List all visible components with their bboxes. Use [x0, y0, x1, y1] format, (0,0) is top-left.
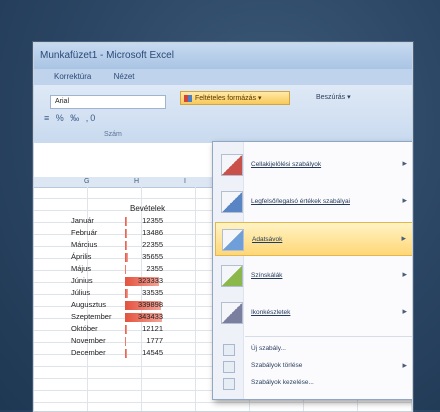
data-bar [125, 241, 127, 250]
number-format-tools[interactable]: ≡ % ‰ ,0 [44, 113, 97, 123]
column-header-i[interactable]: I [184, 178, 186, 185]
menu-item-icon-sets[interactable]: Ikonkészletek ▸ [215, 296, 412, 330]
data-bar [125, 289, 128, 298]
menu-item-label: Adatsávok [252, 236, 283, 243]
month-cell[interactable]: Február [71, 228, 125, 237]
submenu-arrow-icon: ▸ [402, 158, 407, 168]
number-group-label: Szám [104, 131, 122, 138]
menu-item-label: Cellakijelölési szabályok [251, 161, 322, 168]
font-name-combo[interactable]: Arial [50, 95, 166, 109]
insert-label: Beszúrás [316, 94, 346, 101]
submenu-arrow-icon: ▸ [401, 233, 406, 243]
month-cell[interactable]: Október [71, 324, 125, 333]
data-bar [125, 265, 126, 274]
menu-item-label: Ikonkészletek [251, 309, 291, 316]
column-header-h[interactable]: H [134, 178, 139, 185]
revenue-cell[interactable]: 22355 [129, 240, 163, 249]
submenu-arrow-icon: ▸ [402, 195, 407, 205]
tab-korrektura[interactable]: Korrektúra [54, 72, 91, 81]
revenue-cell[interactable]: 33535 [129, 288, 163, 297]
conditional-formatting-icon [184, 95, 192, 102]
month-cell[interactable]: Április [71, 252, 125, 261]
submenu-arrow-icon: ▸ [402, 306, 407, 316]
submenu-arrow-icon: ▸ [402, 360, 407, 370]
column-header-g[interactable]: G [84, 178, 89, 185]
highlight-cells-icon [221, 154, 243, 176]
revenue-cell[interactable]: 2355 [129, 264, 163, 273]
month-cell[interactable]: November [71, 336, 125, 345]
menu-small-item[interactable]: Szabályok kezelése... [215, 376, 412, 390]
month-cell[interactable]: December [71, 348, 125, 357]
revenue-cell[interactable]: 14545 [129, 348, 163, 357]
menu-small-item[interactable]: Szabályok törlése ▸ [215, 359, 412, 373]
data-bar [125, 253, 128, 262]
revenue-cell[interactable]: 339898 [129, 300, 163, 309]
data-bar [125, 325, 127, 334]
month-cell[interactable]: Május [71, 264, 125, 273]
data-bar [125, 337, 126, 346]
conditional-formatting-button[interactable]: Feltételes formázás ▾ [180, 91, 290, 105]
data-bar [125, 349, 127, 358]
revenue-cell[interactable]: 343433 [129, 312, 163, 321]
month-cell[interactable]: Január [71, 216, 125, 225]
month-cell[interactable]: Augusztus [71, 300, 125, 309]
conditional-formatting-menu: Cellakijelölési szabályok ▸ Legfelső/legal… [212, 141, 412, 400]
rule-icon [223, 344, 235, 356]
color-scales-icon [221, 265, 243, 287]
revenue-cell[interactable]: 35655 [129, 252, 163, 261]
data-bar [125, 217, 127, 226]
revenue-cell[interactable]: 13486 [129, 228, 163, 237]
submenu-arrow-icon: ▸ [402, 269, 407, 279]
menu-small-item-label: Szabályok kezelése... [251, 379, 314, 386]
menu-separator [245, 336, 412, 337]
icon-sets-icon [221, 302, 243, 324]
menu-item-label: Legfelső/legalsó értékek szabályai [251, 198, 351, 205]
revenue-cell[interactable]: 12121 [129, 324, 163, 333]
insert-button[interactable]: Beszúrás ▾ [316, 93, 351, 101]
menu-small-item-label: Szabályok törlése [251, 362, 303, 369]
month-cell[interactable]: Március [71, 240, 125, 249]
menu-item-highlight-cells[interactable]: Cellakijelölési szabályok ▸ [215, 148, 412, 182]
window-title: Munkafüzet1 - Microsoft Excel [40, 50, 174, 61]
menu-item-data-bars[interactable]: Adatsávok ▸ [215, 222, 412, 256]
menu-small-item[interactable]: Új szabály... [215, 342, 412, 356]
top-bottom-icon [221, 191, 243, 213]
month-cell[interactable]: Szeptember [71, 312, 125, 321]
tab-nezet[interactable]: Nézet [114, 72, 135, 81]
data-bars-icon [222, 229, 244, 251]
revenue-cell[interactable]: 12355 [129, 216, 163, 225]
menu-item-color-scales[interactable]: Színskálák ▸ [215, 259, 412, 293]
menu-small-item-label: Új szabály... [251, 345, 286, 352]
ribbon: Arial ≡ % ‰ ,0 Szám Feltételes formázás … [34, 85, 412, 144]
month-cell[interactable]: Június [71, 276, 125, 285]
revenue-cell[interactable]: 323333 [129, 276, 163, 285]
month-cell[interactable]: Július [71, 288, 125, 297]
rule-icon [223, 378, 235, 390]
excel-window: Munkafüzet1 - Microsoft Excel Korrektúra… [33, 42, 413, 412]
menu-item-top-bottom[interactable]: Legfelső/legalsó értékek szabályai ▸ [215, 185, 412, 219]
conditional-formatting-label: Feltételes formázás [195, 95, 257, 102]
ribbon-tabs: Korrektúra Nézet [34, 69, 412, 85]
title-bar: Munkafüzet1 - Microsoft Excel [34, 43, 412, 69]
rule-icon [223, 361, 235, 373]
revenue-header-cell[interactable]: Bevételek [130, 204, 165, 213]
data-bar [125, 229, 127, 238]
revenue-cell[interactable]: 1777 [129, 336, 163, 345]
menu-item-label: Színskálák [251, 272, 283, 279]
